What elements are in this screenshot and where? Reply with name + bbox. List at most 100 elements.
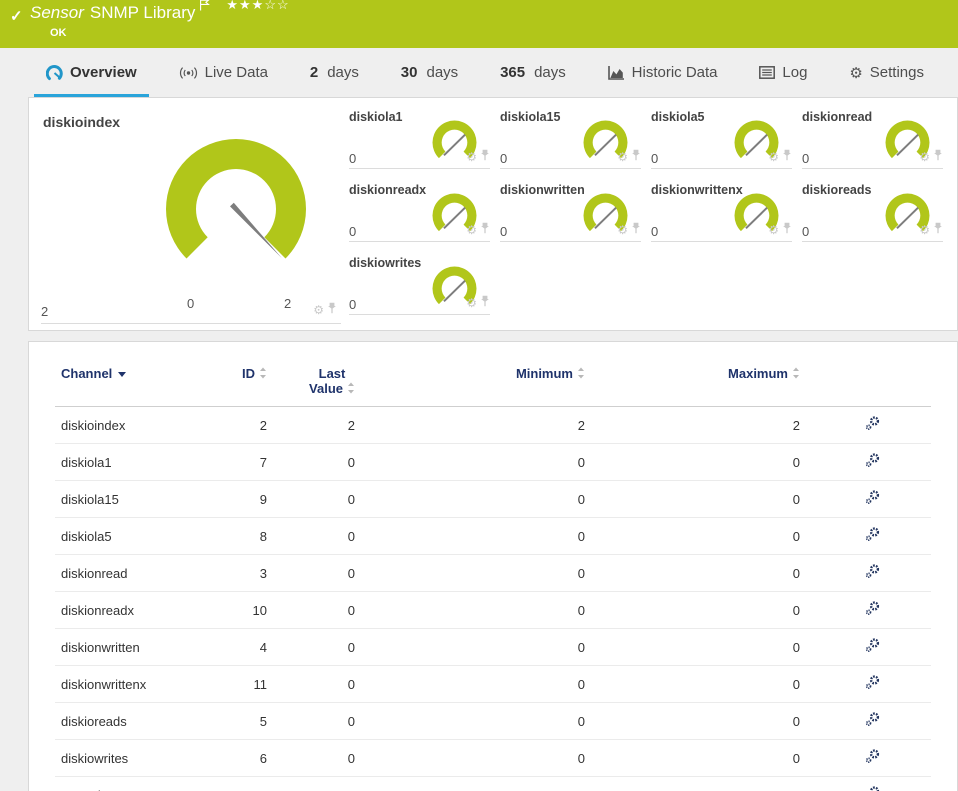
pin-icon[interactable] <box>631 221 641 239</box>
pin-icon[interactable] <box>480 221 490 239</box>
gauge-value: 0 <box>651 151 659 166</box>
gear-icon[interactable]: ⚙ <box>313 304 324 316</box>
edit-channel-gears-icon[interactable] <box>864 415 881 435</box>
pin-icon[interactable] <box>327 301 337 319</box>
edit-channel-gears-icon[interactable] <box>864 452 881 472</box>
channel-name-cell: diskioindex <box>55 406 215 444</box>
last-value-cell: 0 <box>267 480 355 518</box>
last-value-cell: 0 <box>267 739 355 777</box>
gear-icon[interactable]: ⚙ <box>768 151 779 163</box>
channel-gauge: diskionwrittenx 0 ⚙ <box>651 181 792 242</box>
edit-channel-gears-icon[interactable] <box>864 526 881 546</box>
area-chart-icon <box>607 65 625 80</box>
gauge-value: 0 <box>349 224 357 239</box>
channel-name-cell: diskionwritten <box>55 628 215 666</box>
channel-name-cell: diskiola1 <box>55 443 215 481</box>
minimum-cell: 0 <box>355 665 585 703</box>
tab-overview[interactable]: Overview <box>34 48 149 97</box>
gauge-value: 0 <box>500 224 508 239</box>
table-row: diskionwritten 4 0 0 0 <box>55 628 931 666</box>
gauge-icon <box>46 64 63 81</box>
tab-label: Log <box>782 64 808 81</box>
sensor-status-badge: OK <box>50 27 67 39</box>
maximum-cell <box>585 776 800 791</box>
channel-name-cell: diskiola15 <box>55 480 215 518</box>
pin-icon[interactable] <box>933 221 943 239</box>
last-value-cell: 2 <box>267 406 355 444</box>
column-header-last-value[interactable]: Last Value <box>267 358 355 407</box>
column-header-minimum[interactable]: Minimum <box>355 358 585 407</box>
column-header-id[interactable]: ID <box>215 358 267 407</box>
gear-icon[interactable]: ⚙ <box>617 224 628 236</box>
maximum-cell: 0 <box>585 591 800 629</box>
gear-icon[interactable]: ⚙ <box>466 297 477 309</box>
pin-icon[interactable] <box>480 294 490 312</box>
channel-gauge: diskiola1 0 ⚙ <box>349 108 490 169</box>
gear-icon[interactable]: ⚙ <box>919 224 930 236</box>
tab-log[interactable]: Log <box>747 48 819 97</box>
pin-icon[interactable] <box>480 148 490 166</box>
edit-channel-gears-icon[interactable] <box>864 600 881 620</box>
column-header-maximum[interactable]: Maximum <box>585 358 800 407</box>
sensor-tabs: Overview Live Data 2 days 30 days 365 da… <box>0 48 958 97</box>
last-value-cell: 0 <box>267 665 355 703</box>
priority-stars[interactable]: ★★★☆☆ <box>226 0 289 13</box>
gauge-value: 2 <box>41 304 49 319</box>
gear-icon[interactable]: ⚙ <box>466 224 477 236</box>
channel-gauge: diskionreadx 0 ⚙ <box>349 181 490 242</box>
channel-table: Channel ID Last Value Minimum Maximum dis… <box>55 358 931 791</box>
maximum-cell: 0 <box>585 517 800 555</box>
stars-filled: ★★★ <box>226 0 265 12</box>
channel-name-cell: diskioreads <box>55 702 215 740</box>
tab-label: Historic Data <box>631 64 718 81</box>
flag-icon[interactable] <box>199 0 211 16</box>
edit-channel-gears-icon[interactable] <box>864 489 881 509</box>
minimum-cell: 0 <box>355 739 585 777</box>
gear-icon[interactable]: ⚙ <box>768 224 779 236</box>
tab-settings[interactable]: ⚙ Settings <box>837 48 936 97</box>
edit-channel-gears-icon[interactable] <box>864 637 881 657</box>
tab-365-days[interactable]: 365 days <box>488 48 578 97</box>
table-row: diskiola1 7 0 0 0 <box>55 443 931 481</box>
edit-channel-gears-icon[interactable] <box>864 711 881 731</box>
table-row: diskionread 3 0 0 0 <box>55 554 931 592</box>
gauge-title: diskioindex <box>43 114 121 130</box>
gauge-value: 0 <box>349 151 357 166</box>
gear-icon[interactable]: ⚙ <box>919 151 930 163</box>
pin-icon[interactable] <box>631 148 641 166</box>
column-header-edit <box>800 358 931 407</box>
tab-live-data[interactable]: Live Data <box>167 48 280 97</box>
tab-label: days <box>426 64 459 81</box>
id-cell: 5 <box>215 702 267 740</box>
table-row: diskionreadx 10 0 0 0 <box>55 591 931 629</box>
channel-gauge: diskioreads 0 ⚙ <box>802 181 943 242</box>
table-row: diskiola15 9 0 0 0 <box>55 480 931 518</box>
id-cell: 6 <box>215 739 267 777</box>
tab-historic-data[interactable]: Historic Data <box>596 48 730 97</box>
gear-icon[interactable]: ⚙ <box>466 151 477 163</box>
gear-icon: ⚙ <box>849 64 863 82</box>
gauge-scale-max: 2 <box>284 296 292 311</box>
pin-icon[interactable] <box>782 221 792 239</box>
column-header-channel[interactable]: Channel <box>55 358 215 407</box>
edit-channel-gears-icon[interactable] <box>864 748 881 768</box>
table-row: diskioreads 5 0 0 0 <box>55 702 931 740</box>
table-row: Downtime -4 <box>55 776 931 791</box>
channel-name-cell: diskionread <box>55 554 215 592</box>
gear-icon[interactable]: ⚙ <box>617 151 628 163</box>
edit-channel-gears-icon[interactable] <box>864 785 881 791</box>
tab-label: Live Data <box>204 64 268 81</box>
tab-2-days[interactable]: 2 days <box>298 48 371 97</box>
pin-icon[interactable] <box>933 148 943 166</box>
channel-name-cell: diskiowrites <box>55 739 215 777</box>
tab-day-count: 30 <box>400 64 418 81</box>
edit-channel-gears-icon[interactable] <box>864 563 881 583</box>
pin-icon[interactable] <box>782 148 792 166</box>
edit-channel-gears-icon[interactable] <box>864 674 881 694</box>
gauge-value: 0 <box>802 151 810 166</box>
channel-name-cell: diskionwrittenx <box>55 665 215 703</box>
minimum-cell: 0 <box>355 702 585 740</box>
last-value-cell: 0 <box>267 702 355 740</box>
tab-30-days[interactable]: 30 days <box>389 48 470 97</box>
channel-gauge: diskionread 0 ⚙ <box>802 108 943 169</box>
